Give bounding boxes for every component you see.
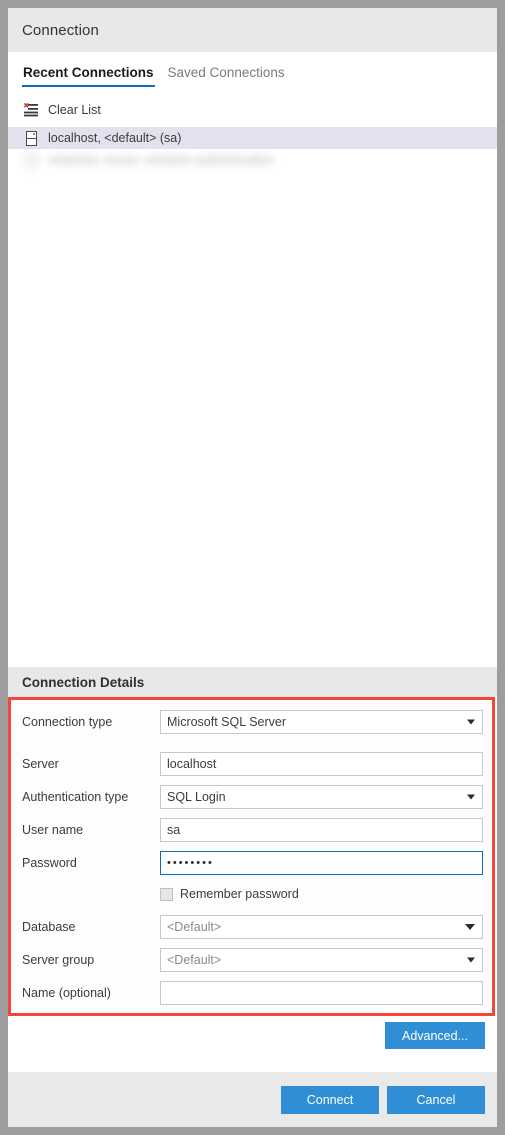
remember-password-label[interactable]: Remember password [180, 887, 299, 901]
field-password: Password •••••••• [22, 850, 483, 876]
authentication-type-value: SQL Login [167, 790, 226, 804]
clear-list-button[interactable]: Clear List [8, 99, 497, 121]
dialog-titlebar: Connection [8, 8, 497, 52]
password-value: •••••••• [167, 857, 214, 869]
field-database: Database <Default> [22, 914, 483, 940]
clear-list-label: Clear List [48, 103, 101, 117]
chevron-down-icon [467, 794, 475, 800]
connection-dialog: Connection Recent Connections Saved Conn… [8, 8, 497, 1127]
clear-list-icon [22, 101, 40, 119]
connection-type-dropdown[interactable]: Microsoft SQL Server [160, 710, 483, 734]
tab-bar: Recent Connections Saved Connections [8, 65, 497, 87]
advanced-button[interactable]: Advanced... [385, 1022, 485, 1049]
dialog-footer: Connect Cancel [8, 1072, 497, 1127]
password-label: Password [22, 856, 77, 870]
server-icon [22, 151, 40, 169]
list-item[interactable]: redacted, server, windows authentication [8, 149, 497, 171]
connection-details-form: Connection type Microsoft SQL Server Ser… [8, 697, 497, 1016]
connection-type-value: Microsoft SQL Server [167, 715, 287, 729]
database-dropdown[interactable]: <Default> [160, 915, 483, 939]
user-name-label: User name [22, 823, 84, 837]
cancel-button[interactable]: Cancel [387, 1085, 485, 1114]
server-label: Server [22, 757, 59, 771]
page-title: Connection [22, 21, 99, 39]
chevron-down-icon [467, 957, 475, 963]
tabs-region: Recent Connections Saved Connections [8, 52, 497, 87]
password-input[interactable]: •••••••• [160, 851, 483, 875]
field-user-name: User name [22, 817, 483, 843]
field-remember-password: Remember password [22, 883, 483, 905]
field-server-group: Server group <Default> [22, 947, 483, 973]
advanced-strip: Advanced... [8, 1016, 497, 1072]
database-value: <Default> [167, 920, 222, 934]
list-item[interactable]: localhost, <default> (sa) [8, 127, 497, 149]
recent-connections-list: Clear List localhost, <default> (sa) red… [8, 87, 497, 667]
authentication-type-dropdown[interactable]: SQL Login [160, 785, 483, 809]
connect-button[interactable]: Connect [281, 1085, 379, 1114]
field-authentication-type: Authentication type SQL Login [22, 784, 483, 810]
server-group-label: Server group [22, 953, 95, 967]
user-name-input[interactable] [160, 818, 483, 842]
remember-password-checkbox[interactable] [160, 887, 173, 901]
field-name-optional: Name (optional) [22, 980, 483, 1006]
authentication-type-label: Authentication type [22, 790, 129, 804]
chevron-down-icon [467, 719, 475, 725]
list-item-label: redacted, server, windows authentication [48, 153, 274, 167]
tab-saved-connections[interactable]: Saved Connections [167, 65, 286, 87]
connection-type-label: Connection type [22, 715, 113, 729]
name-optional-label: Name (optional) [22, 986, 111, 1000]
tab-recent-connections[interactable]: Recent Connections [22, 65, 155, 87]
server-icon [22, 129, 40, 147]
server-group-dropdown[interactable]: <Default> [160, 948, 483, 972]
field-connection-type: Connection type Microsoft SQL Server [22, 709, 483, 735]
name-optional-input[interactable] [160, 981, 483, 1005]
chevron-down-icon [465, 924, 475, 930]
field-server: Server [22, 751, 483, 777]
list-item-label: localhost, <default> (sa) [48, 131, 182, 145]
database-label: Database [22, 920, 76, 934]
server-group-value: <Default> [167, 953, 222, 967]
server-input[interactable] [160, 752, 483, 776]
connection-details-header: Connection Details [8, 667, 497, 697]
